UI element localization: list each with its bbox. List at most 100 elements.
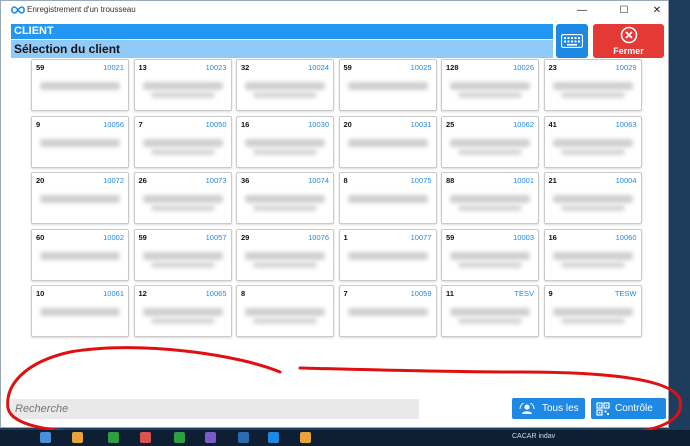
window-close-button[interactable]: ✕ (646, 3, 668, 19)
taskbar: CACAR indav (0, 430, 690, 446)
client-name-redacted (458, 261, 522, 268)
users-icon (519, 402, 535, 414)
all-clients-label: Tous les (542, 403, 579, 414)
client-card[interactable]: 60 10002 (31, 228, 129, 281)
client-code: 10072 (103, 176, 124, 185)
client-card[interactable]: 7 10050 (133, 115, 232, 168)
keyboard-button[interactable] (556, 24, 588, 58)
taskbar-app-icon[interactable] (140, 432, 151, 443)
client-name-redacted (347, 138, 428, 147)
client-key-count: 36 (241, 176, 250, 185)
client-key-count: 59 (138, 232, 147, 242)
client-card[interactable]: 41 10063 (543, 115, 642, 168)
keyboard-icon (561, 34, 583, 48)
client-card[interactable]: 8 (236, 285, 334, 337)
client-card[interactable]: 12 10065 (133, 285, 232, 337)
client-key-count: 16 (241, 119, 250, 129)
client-code: 10002 (103, 232, 124, 242)
client-key-count: 7 (138, 119, 143, 129)
client-name-redacted (40, 308, 120, 316)
client-name-redacted (450, 308, 530, 316)
client-card[interactable]: 7 10059 (338, 285, 437, 337)
taskbar-app-icon[interactable] (205, 432, 216, 443)
client-name-redacted (40, 195, 120, 203)
client-key-count: 25 (446, 119, 455, 129)
client-card[interactable]: 21 10004 (543, 172, 642, 224)
taskbar-app-icon[interactable] (40, 432, 51, 443)
client-name-redacted (450, 251, 530, 260)
client-code: 10026 (513, 63, 534, 72)
client-card[interactable]: 88 10001 (441, 172, 539, 224)
client-card[interactable]: 9 TESW (543, 285, 642, 337)
client-card[interactable]: 20 10072 (31, 172, 129, 224)
taskbar-app-icon[interactable] (72, 432, 83, 443)
taskbar-app-icon[interactable] (268, 432, 279, 443)
client-card[interactable]: 59 10057 (133, 228, 232, 281)
taskbar-app-icon[interactable] (238, 432, 249, 443)
client-name-redacted (552, 138, 633, 147)
client-card[interactable]: 16 10060 (543, 228, 642, 281)
client-card[interactable]: 13 10023 (133, 59, 232, 111)
taskbar-app-icon[interactable] (174, 432, 185, 443)
client-name-redacted (253, 92, 317, 98)
client-card[interactable]: 25 10062 (441, 115, 539, 168)
close-button[interactable]: Fermer (593, 24, 664, 58)
client-code: 10023 (205, 63, 227, 72)
taskbar-app-icon[interactable] (108, 432, 119, 443)
client-name-redacted (560, 92, 625, 98)
client-card[interactable]: 59 10025 (338, 59, 437, 111)
client-name-redacted (458, 318, 522, 324)
client-card[interactable]: 32 10024 (236, 59, 334, 111)
client-name-redacted (245, 308, 325, 316)
client-code: 10076 (308, 232, 329, 242)
client-name-redacted (560, 148, 625, 155)
client-name-redacted (347, 251, 428, 260)
client-card[interactable]: 1 10077 (338, 228, 437, 281)
client-card[interactable]: 10 10061 (31, 285, 129, 337)
client-card[interactable]: 59 10021 (31, 59, 129, 111)
client-code: 10025 (410, 63, 432, 72)
taskbar-app-icon[interactable] (300, 432, 311, 443)
client-name-redacted (450, 138, 530, 147)
client-card[interactable]: 20 10031 (338, 115, 437, 168)
client-code: 10031 (410, 119, 432, 129)
app-window: Enregistrement d'un trousseau — ☐ ✕ CLIE… (0, 0, 669, 428)
client-key-count: 41 (548, 119, 557, 129)
client-code: 10062 (513, 119, 534, 129)
client-name-redacted (253, 205, 317, 211)
client-card[interactable]: 29 10076 (236, 228, 334, 281)
client-key-count: 8 (241, 289, 246, 298)
client-card[interactable]: 16 10030 (236, 115, 334, 168)
client-name-redacted (552, 195, 633, 203)
all-clients-button[interactable]: Tous les (512, 398, 585, 419)
client-card[interactable]: 8 10075 (338, 172, 437, 224)
title-bar: Enregistrement d'un trousseau — ☐ ✕ (1, 1, 668, 21)
client-code: 10004 (615, 176, 637, 185)
client-key-count: 29 (241, 232, 250, 242)
control-label: Contrôle (615, 403, 653, 414)
client-card[interactable]: 23 10029 (543, 59, 642, 111)
client-code: 10077 (410, 232, 432, 242)
client-name-redacted (458, 92, 522, 98)
client-card[interactable]: 9 10056 (31, 115, 129, 168)
client-code: 10030 (308, 119, 329, 129)
client-name-redacted (347, 195, 428, 203)
client-code: 10001 (513, 176, 534, 185)
client-key-count: 11 (446, 289, 454, 298)
maximize-button[interactable]: ☐ (613, 3, 635, 19)
client-code: 10050 (205, 119, 227, 129)
client-card[interactable]: 128 10026 (441, 59, 539, 111)
client-card[interactable]: 59 10003 (441, 228, 539, 281)
client-name-redacted (347, 308, 428, 316)
minimize-button[interactable]: — (571, 3, 593, 19)
client-card[interactable]: 36 10074 (236, 172, 334, 224)
client-code: TESV (514, 289, 534, 298)
client-key-count: 26 (138, 176, 147, 185)
search-input[interactable] (11, 399, 419, 419)
client-name-redacted (552, 82, 633, 90)
client-code: TESW (614, 289, 637, 298)
client-card[interactable]: 11 TESV (441, 285, 539, 337)
client-card[interactable]: 26 10073 (133, 172, 232, 224)
control-button[interactable]: Contrôle (591, 398, 666, 419)
client-key-count: 21 (548, 176, 557, 185)
